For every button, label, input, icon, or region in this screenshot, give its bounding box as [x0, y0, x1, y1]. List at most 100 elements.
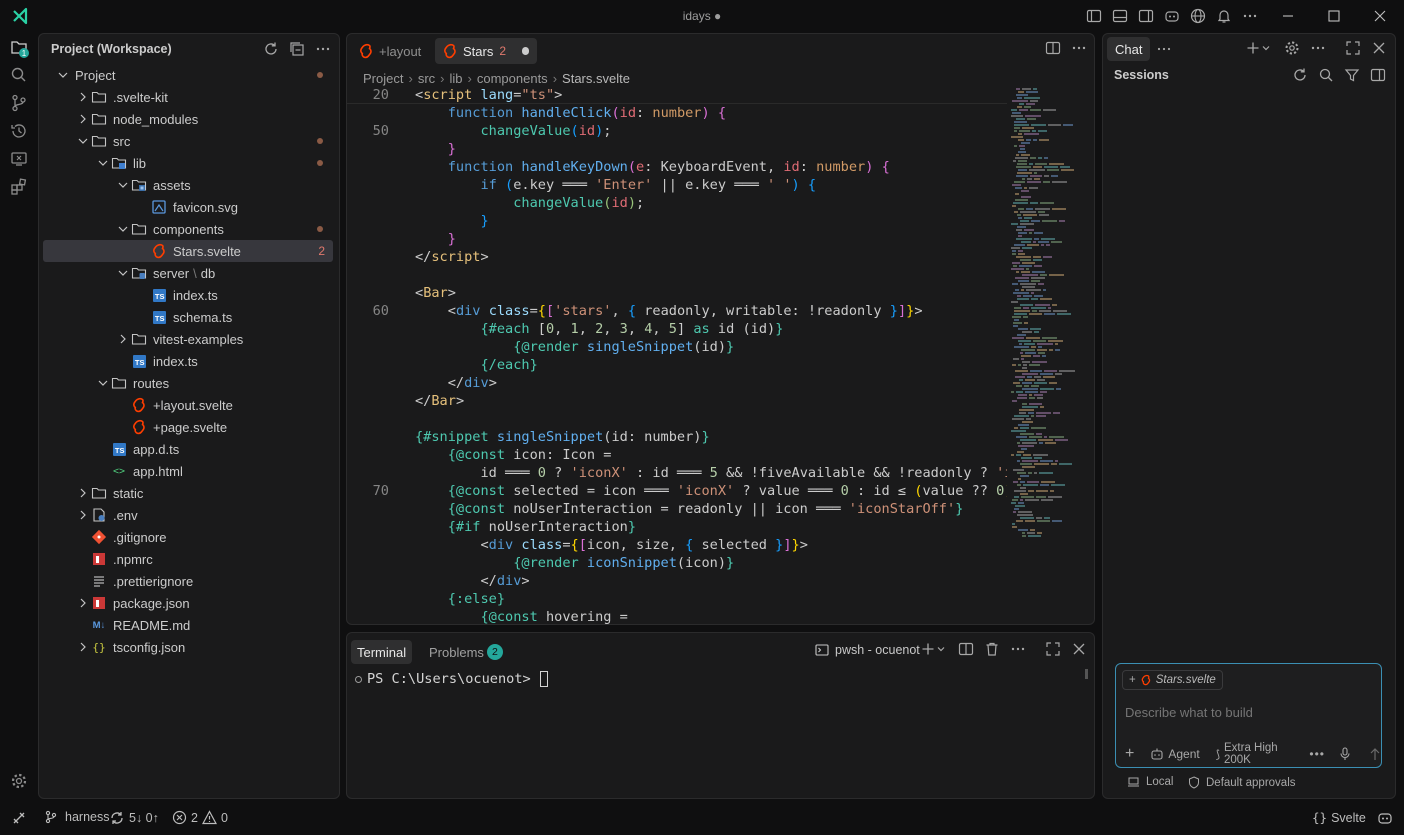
breadcrumb-item[interactable]: components: [477, 71, 548, 86]
source-control-icon[interactable]: [9, 93, 29, 113]
explorer-files-icon[interactable]: 1: [9, 37, 29, 58]
chevron-down-icon[interactable]: [936, 640, 946, 658]
editor-more-icon[interactable]: [1070, 39, 1088, 57]
filter-icon[interactable]: [1343, 66, 1361, 84]
tree-item[interactable]: components: [43, 218, 333, 240]
settings-gear-icon[interactable]: [9, 771, 29, 791]
tree-item[interactable]: server \ db: [43, 262, 333, 284]
tab-problems[interactable]: Problems 2: [423, 640, 509, 664]
tree-item[interactable]: Project: [43, 64, 333, 86]
breadcrumb-item[interactable]: lib: [450, 71, 463, 86]
copilot-icon[interactable]: [1163, 7, 1181, 25]
extensions-icon[interactable]: [9, 177, 29, 197]
breadcrumb-item[interactable]: src: [418, 71, 435, 86]
send-arrow-icon[interactable]: [1369, 747, 1381, 761]
tree-item[interactable]: TS schema.ts: [43, 306, 333, 328]
more-actions-icon[interactable]: [1241, 7, 1259, 25]
collapse-all-icon[interactable]: [288, 40, 306, 58]
tab-terminal[interactable]: Terminal: [351, 640, 413, 664]
copilot-status-icon[interactable]: [1377, 810, 1393, 826]
tree-item[interactable]: assets: [43, 174, 333, 196]
close-window-button[interactable]: [1357, 0, 1403, 32]
tree-item[interactable]: +page.svelte: [43, 416, 333, 438]
tree-item[interactable]: lib: [43, 152, 333, 174]
tree-item[interactable]: routes: [43, 372, 333, 394]
tree-item[interactable]: .env: [43, 504, 333, 526]
chat-options-more-icon[interactable]: •••: [1309, 747, 1325, 761]
microphone-icon[interactable]: [1339, 747, 1351, 761]
code-editor[interactable]: 20 <script lang="ts"> function handleClic…: [347, 86, 1007, 624]
minimize-button[interactable]: [1265, 0, 1311, 32]
tab-stars-svelte[interactable]: Stars 2: [435, 38, 537, 64]
chevron-down-icon[interactable]: [1261, 39, 1271, 57]
tab-layout-svelte[interactable]: +layout: [351, 38, 429, 64]
model-picker-button[interactable]: Extra High 200K: [1224, 742, 1299, 766]
tree-item[interactable]: TS index.ts: [43, 284, 333, 306]
globe-icon[interactable]: [1189, 7, 1207, 25]
tree-item[interactable]: .npmrc: [43, 548, 333, 570]
sync-indicator[interactable]: 5↓ 0↑: [109, 810, 159, 826]
toggle-panel-icon[interactable]: [1111, 7, 1129, 25]
breadcrumb-item[interactable]: Project: [363, 71, 403, 86]
chat-tab-more-icon[interactable]: [1155, 40, 1173, 58]
tree-item[interactable]: <> app.html: [43, 460, 333, 482]
maximize-chat-icon[interactable]: [1344, 39, 1362, 57]
refresh-sessions-icon[interactable]: [1291, 66, 1309, 84]
branch-indicator[interactable]: harness: [44, 810, 109, 824]
chat-prompt-input[interactable]: [1125, 702, 1370, 722]
close-chat-icon[interactable]: [1370, 39, 1388, 57]
attach-plus-icon[interactable]: +: [1125, 745, 1134, 763]
tab-chat[interactable]: Chat: [1107, 37, 1151, 61]
maximize-panel-icon[interactable]: [1044, 640, 1062, 658]
remote-indicator-icon[interactable]: [11, 810, 27, 826]
toggle-secondary-sidebar-icon[interactable]: [1137, 7, 1155, 25]
terminal-instance[interactable]: pwsh - ocuenot: [815, 643, 920, 657]
tree-item[interactable]: M↓ README.md: [43, 614, 333, 636]
explorer-more-icon[interactable]: [314, 40, 332, 58]
search-sessions-icon[interactable]: [1317, 66, 1335, 84]
split-terminal-icon[interactable]: [957, 640, 975, 658]
tree-item[interactable]: TS app.d.ts: [43, 438, 333, 460]
tree-item[interactable]: TS index.ts: [43, 350, 333, 372]
split-editor-icon[interactable]: [1044, 39, 1062, 57]
problems-indicator[interactable]: 2 0: [172, 810, 228, 825]
maximize-button[interactable]: [1311, 0, 1357, 32]
close-panel-icon[interactable]: [1070, 640, 1088, 658]
tree-item[interactable]: vitest-examples: [43, 328, 333, 350]
tree-item[interactable]: Stars.svelte 2: [43, 240, 333, 262]
tree-item[interactable]: favicon.svg: [43, 196, 333, 218]
approvals-selector[interactable]: Default approvals: [1188, 776, 1296, 789]
chat-more-icon[interactable]: [1309, 39, 1327, 57]
chat-settings-gear-icon[interactable]: [1283, 39, 1301, 57]
context-file-chip[interactable]: + Stars.svelte: [1122, 670, 1223, 690]
timeline-history-icon[interactable]: [9, 121, 29, 141]
terminal-output[interactable]: PS C:\Users\ocuenot>: [355, 671, 548, 687]
tree-item[interactable]: {} tsconfig.json: [43, 636, 333, 658]
tree-item[interactable]: static: [43, 482, 333, 504]
location-selector[interactable]: Local: [1127, 776, 1174, 788]
unsaved-dot-icon[interactable]: [522, 47, 529, 55]
trash-icon[interactable]: [983, 640, 1001, 658]
tree-item[interactable]: .svelte-kit: [43, 86, 333, 108]
sessions-layout-icon[interactable]: [1369, 66, 1387, 84]
tree-item[interactable]: +layout.svelte: [43, 394, 333, 416]
add-context-plus-icon[interactable]: +: [1129, 674, 1136, 686]
remote-explorer-icon[interactable]: [9, 149, 29, 169]
new-chat-plus-icon[interactable]: [1244, 39, 1262, 57]
refresh-explorer-icon[interactable]: [262, 40, 280, 58]
tree-item[interactable]: package.json: [43, 592, 333, 614]
search-icon[interactable]: [9, 65, 29, 85]
agent-mode-button[interactable]: Agent: [1168, 747, 1199, 761]
toggle-primary-sidebar-icon[interactable]: [1085, 7, 1103, 25]
new-terminal-plus-icon[interactable]: [919, 640, 937, 658]
terminal-scrollbar[interactable]: [1085, 669, 1088, 679]
panel-more-icon[interactable]: [1009, 640, 1027, 658]
tree-item[interactable]: .gitignore: [43, 526, 333, 548]
minimap[interactable]: [1007, 86, 1079, 540]
notifications-bell-icon[interactable]: [1215, 7, 1233, 25]
tree-item[interactable]: node_modules: [43, 108, 333, 130]
breadcrumb-item[interactable]: Stars.svelte: [562, 71, 630, 86]
tree-item[interactable]: .prettierignore: [43, 570, 333, 592]
language-mode[interactable]: {} Svelte: [1312, 810, 1366, 825]
tree-item[interactable]: src: [43, 130, 333, 152]
